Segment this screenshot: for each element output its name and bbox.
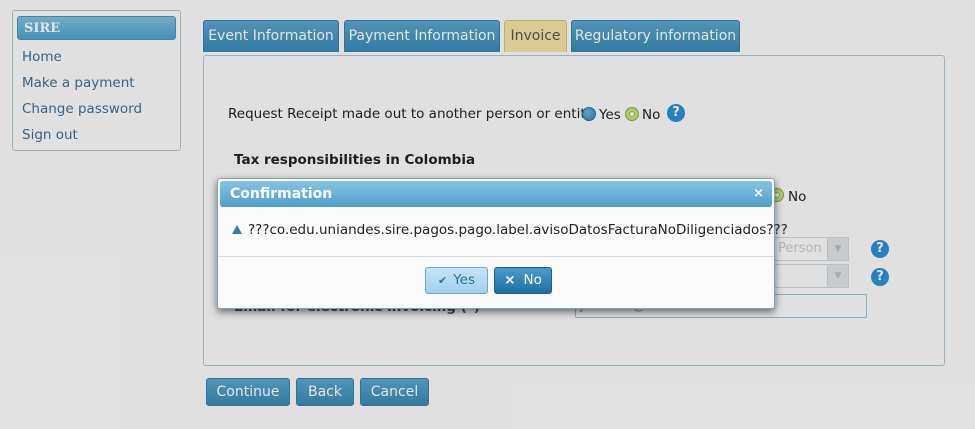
dialog-title: Confirmation bbox=[230, 186, 333, 202]
close-icon[interactable]: × bbox=[753, 181, 764, 207]
confirmation-dialog: Confirmation × ???co.edu.uniandes.sire.p… bbox=[217, 178, 788, 309]
dialog-message-text: ???co.edu.uniandes.sire.pagos.pago.label… bbox=[248, 222, 788, 238]
dialog-no-label: No bbox=[523, 272, 542, 288]
close-x-icon: × bbox=[504, 272, 516, 288]
dialog-yes-label: Yes bbox=[453, 272, 475, 288]
dialog-title-bar: Confirmation × bbox=[220, 181, 772, 207]
warning-icon bbox=[232, 225, 242, 234]
dialog-no-button[interactable]: × No bbox=[494, 267, 552, 294]
dialog-yes-button[interactable]: ✔ Yes bbox=[425, 267, 488, 294]
dialog-message: ???co.edu.uniandes.sire.pagos.pago.label… bbox=[232, 222, 788, 238]
dialog-divider bbox=[218, 256, 774, 257]
check-icon: ✔ bbox=[437, 274, 448, 287]
